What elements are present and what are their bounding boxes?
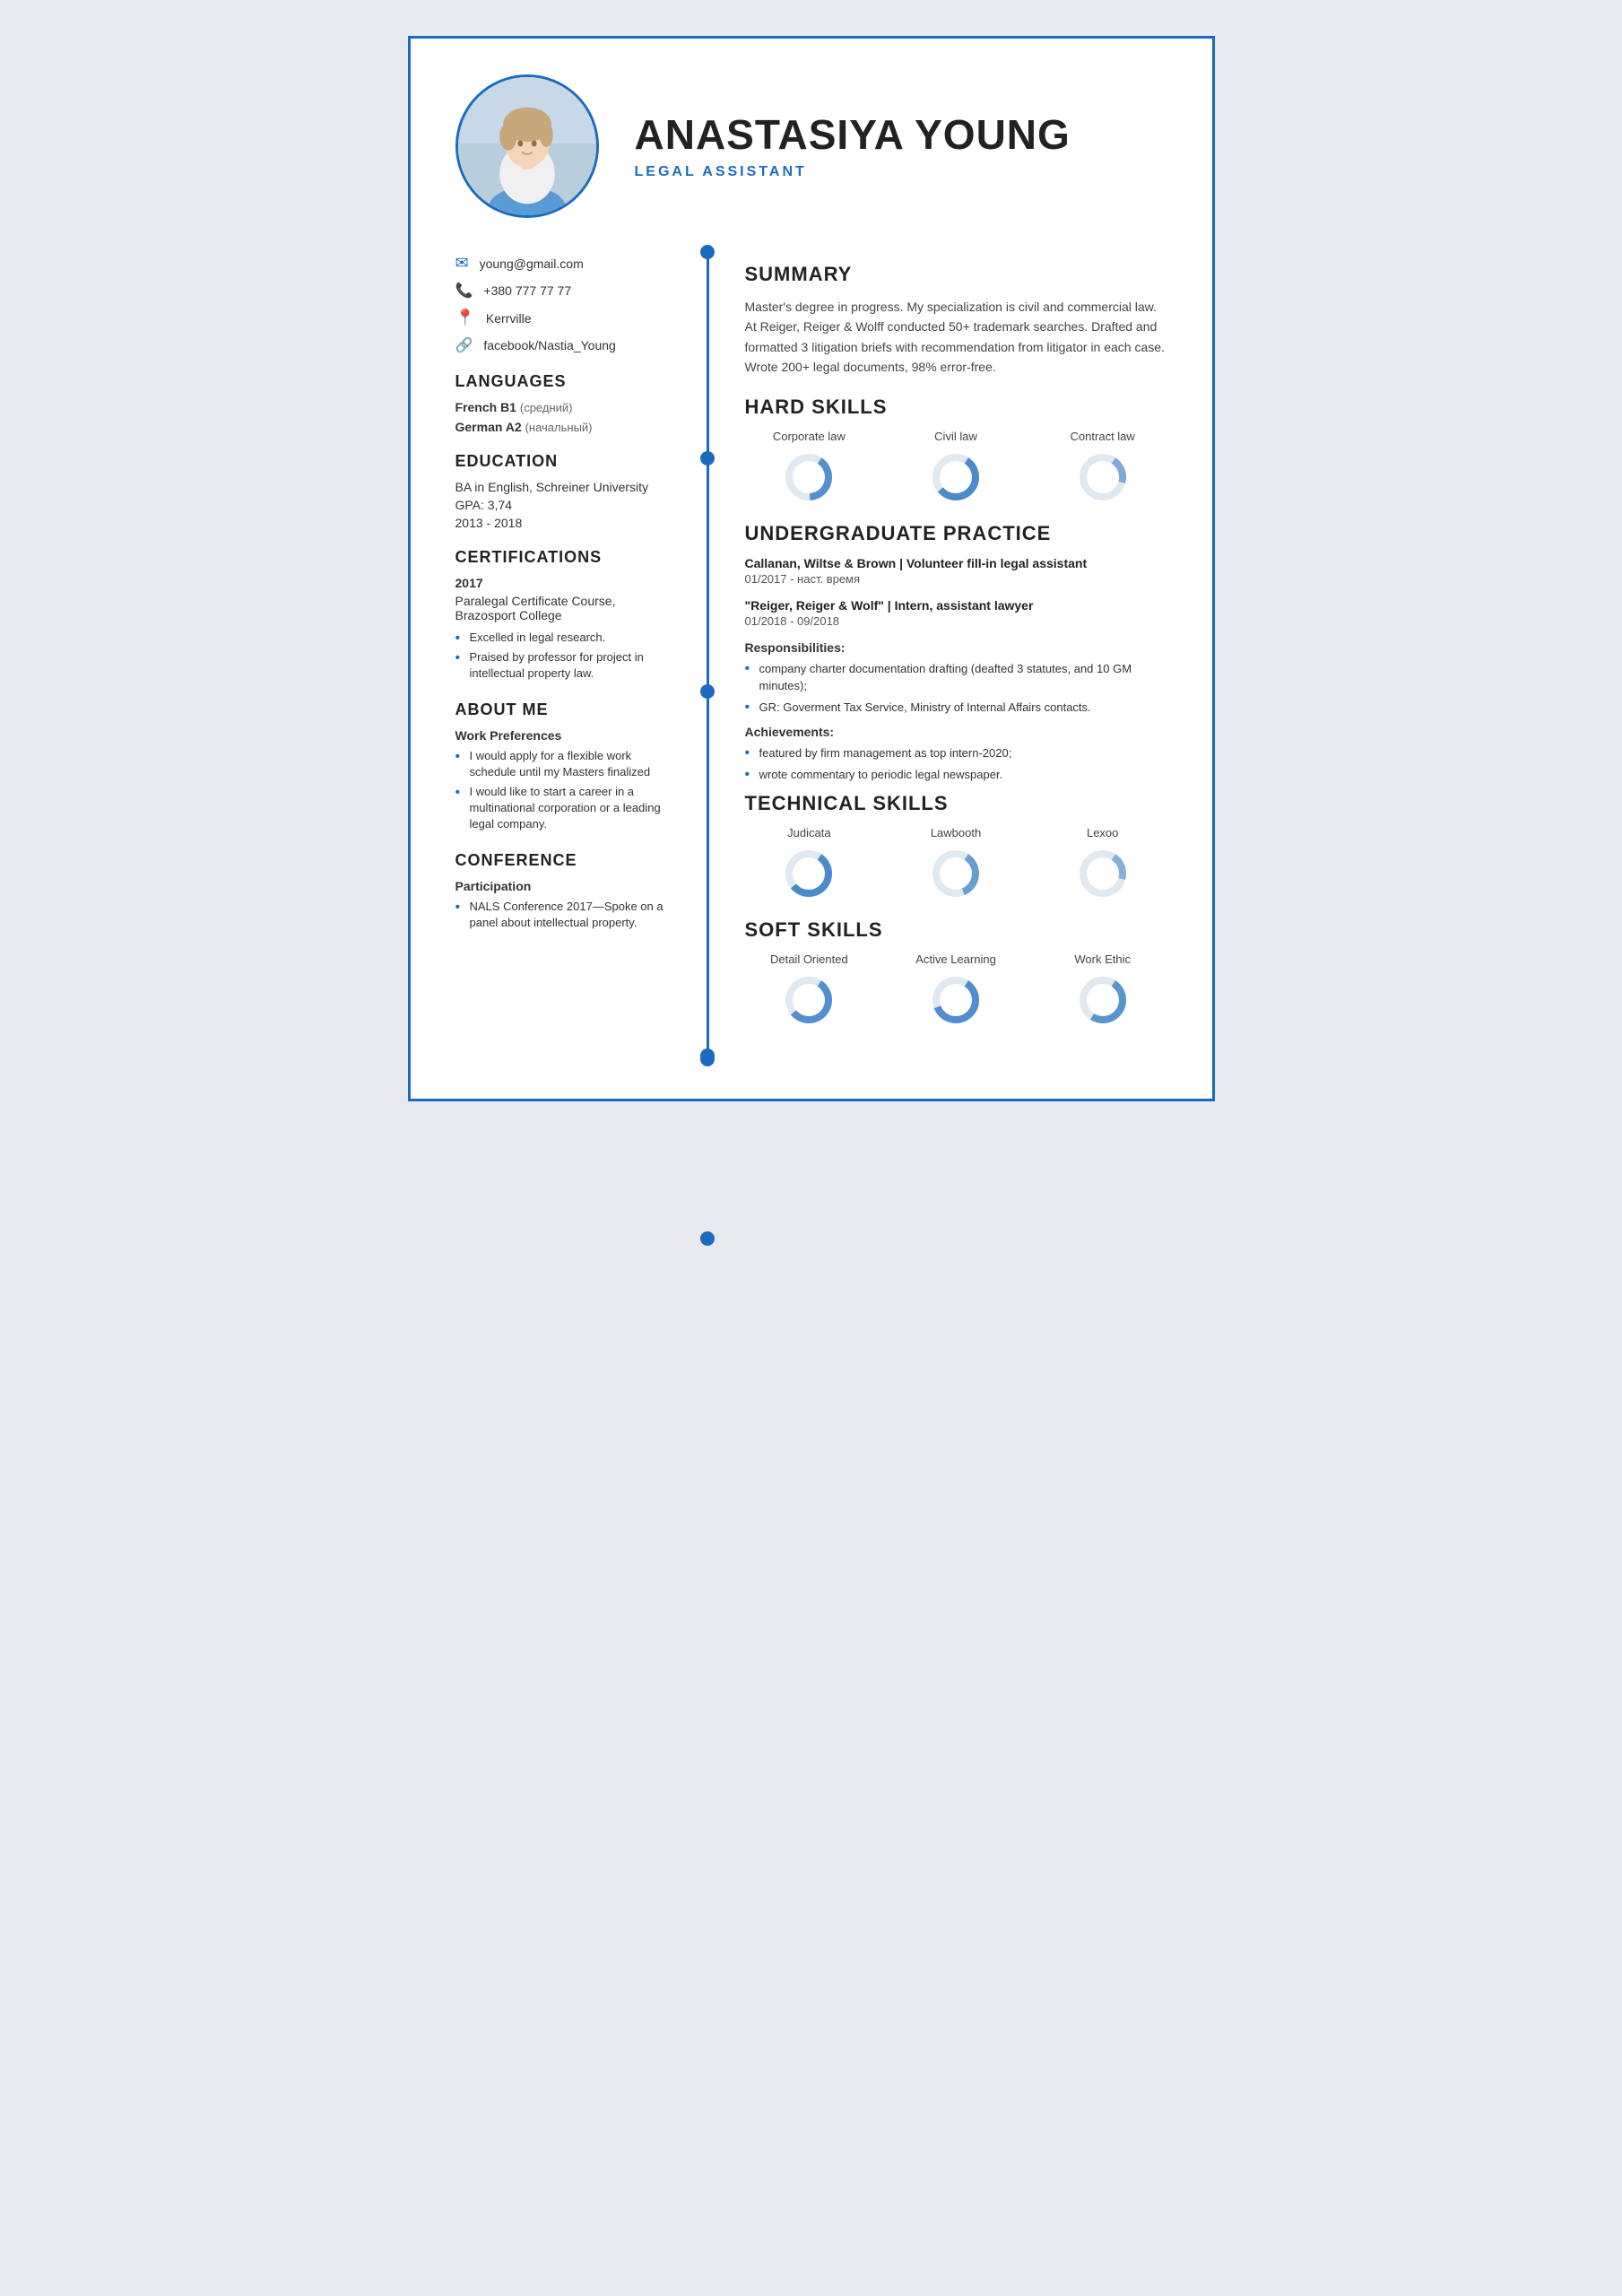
lang-french: French B1 (средний): [455, 400, 680, 414]
main-content: ✉ young@gmail.com 📞 +380 777 77 77 📍 Ker…: [411, 245, 1212, 1099]
tech-skills-title: TECHNICAL SKILLS: [745, 792, 1167, 815]
about-title: ABOUT ME: [455, 700, 680, 719]
timeline-divider: [707, 245, 709, 1063]
left-column: ✉ young@gmail.com 📞 +380 777 77 77 📍 Ker…: [411, 245, 707, 1063]
certifications-title: CERTIFICATIONS: [455, 548, 680, 567]
skill-detail-chart: [782, 973, 836, 1027]
soft-skills-title: SOFT SKILLS: [745, 918, 1167, 942]
skill-learning-chart: [929, 973, 983, 1027]
ach-title: Achievements:: [745, 725, 1167, 739]
skill-corporate-label: Corporate law: [773, 430, 846, 443]
skill-civil-label: Civil law: [934, 430, 977, 443]
resume: ANASTASIYA YOUNG LEGAL ASSISTANT ✉ young…: [408, 36, 1215, 1101]
full-name: ANASTASIYA YOUNG: [635, 112, 1167, 158]
practice-org-2: "Reiger, Reiger & Wolf" | Intern, assist…: [745, 598, 1167, 613]
summary-title: SUMMARY: [745, 263, 1167, 286]
skill-corporate-chart: [782, 450, 836, 504]
languages-list: French B1 (средний) German A2 (начальный…: [455, 400, 680, 434]
hard-skills-grid: Corporate law Civil law Contract law: [745, 430, 1167, 504]
email-icon: ✉: [455, 254, 469, 273]
skill-contract-chart: [1076, 450, 1130, 504]
skill-ethic-chart: [1076, 973, 1130, 1027]
summary-text: Master's degree in progress. My speciali…: [745, 297, 1167, 378]
resp-title: Responsibilities:: [745, 640, 1167, 655]
practice-org-1: Callanan, Wiltse & Brown | Volunteer fil…: [745, 556, 1167, 570]
practice-date-1: 01/2017 - наст. время: [745, 572, 1167, 586]
location-value: Kerrville: [486, 311, 532, 326]
ach-list: featured by firm management as top inter…: [745, 744, 1167, 783]
resp-bullet-1: company charter documentation drafting (…: [745, 660, 1167, 695]
conference-part-title: Participation: [455, 879, 680, 893]
timeline-dot-1: [700, 245, 715, 259]
skill-corporate: Corporate law: [745, 430, 874, 504]
resp-list: company charter documentation drafting (…: [745, 660, 1167, 717]
conference-title: CONFERENCE: [455, 851, 680, 870]
practice-date-2: 01/2018 - 09/2018: [745, 614, 1167, 628]
skill-detail-label: Detail Oriented: [770, 952, 848, 966]
skill-ethic-label: Work Ethic: [1074, 952, 1131, 966]
skill-lexoo-label: Lexoo: [1087, 826, 1118, 839]
edu-years: 2013 - 2018: [455, 516, 680, 530]
skill-detail: Detail Oriented: [745, 952, 874, 1027]
work-pref-title: Work Preferences: [455, 728, 680, 743]
social-icon: 🔗: [455, 336, 473, 354]
edu-gpa: GPA: 3,74: [455, 498, 680, 512]
skill-learning-label: Active Learning: [915, 952, 996, 966]
email-value: young@gmail.com: [480, 257, 584, 271]
timeline-dot-5: [700, 1231, 715, 1246]
cert-bullets: Excelled in legal research. Praised by p…: [455, 630, 680, 683]
location-item: 📍 Kerrville: [455, 309, 680, 327]
cert-bullet-1: Excelled in legal research.: [455, 630, 680, 646]
skill-lawbooth-chart: [929, 847, 983, 900]
cert-bullet-2: Praised by professor for project in inte…: [455, 649, 680, 682]
about-bullets: I would apply for a flexible work schedu…: [455, 748, 680, 833]
education-title: EDUCATION: [455, 452, 680, 471]
timeline-dot-3: [700, 684, 715, 699]
cert-name: Paralegal Certificate Course, Brazosport…: [455, 594, 680, 622]
tech-skills-grid: Judicata Lawbooth Lexoo: [745, 826, 1167, 900]
conference-bullet-1: NALS Conference 2017—Spoke on a panel ab…: [455, 899, 680, 931]
phone-icon: 📞: [455, 282, 473, 300]
ach-bullet-2: wrote commentary to periodic legal newsp…: [745, 766, 1167, 784]
skill-lexoo-chart: [1076, 847, 1130, 900]
undergrad-title: UNDERGRADUATE PRACTICE: [745, 522, 1167, 545]
skill-contract: Contract law: [1038, 430, 1167, 504]
skill-civil-chart: [929, 450, 983, 504]
skill-lawbooth: Lawbooth: [891, 826, 1020, 900]
contacts-section: ✉ young@gmail.com 📞 +380 777 77 77 📍 Ker…: [455, 254, 680, 354]
location-icon: 📍: [455, 309, 475, 327]
skill-judicata-chart: [782, 847, 836, 900]
hard-skills-title: HARD SKILLS: [745, 396, 1167, 419]
skill-learning: Active Learning: [891, 952, 1020, 1027]
skill-lawbooth-label: Lawbooth: [931, 826, 981, 839]
social-value: facebook/Nastia_Young: [483, 338, 615, 352]
timeline-dot-2: [700, 451, 715, 465]
lang-german: German A2 (начальный): [455, 420, 680, 434]
header: ANASTASIYA YOUNG LEGAL ASSISTANT: [411, 39, 1212, 245]
languages-title: LANGUAGES: [455, 372, 680, 391]
ach-bullet-1: featured by firm management as top inter…: [745, 744, 1167, 762]
skill-judicata: Judicata: [745, 826, 874, 900]
skill-judicata-label: Judicata: [787, 826, 830, 839]
about-bullet-2: I would like to start a career in a mult…: [455, 784, 680, 833]
edu-degree: BA in English, Schreiner University: [455, 480, 680, 494]
phone-value: +380 777 77 77: [483, 283, 571, 298]
skill-ethic: Work Ethic: [1038, 952, 1167, 1027]
skill-lexoo: Lexoo: [1038, 826, 1167, 900]
soft-skills-grid: Detail Oriented Active Learning Work Eth…: [745, 952, 1167, 1027]
social-item: 🔗 facebook/Nastia_Young: [455, 336, 680, 354]
cert-year: 2017: [455, 576, 680, 590]
email-item: ✉ young@gmail.com: [455, 254, 680, 273]
name-block: ANASTASIYA YOUNG LEGAL ASSISTANT: [635, 112, 1167, 181]
resp-bullet-2: GR: Goverment Tax Service, Ministry of I…: [745, 699, 1167, 717]
phone-item: 📞 +380 777 77 77: [455, 282, 680, 300]
avatar: [455, 74, 599, 218]
conference-bullets: NALS Conference 2017—Spoke on a panel ab…: [455, 899, 680, 931]
timeline-dot-6: [700, 1048, 715, 1063]
skill-contract-label: Contract law: [1071, 430, 1135, 443]
skill-civil: Civil law: [891, 430, 1020, 504]
right-column: SUMMARY Master's degree in progress. My …: [709, 245, 1212, 1063]
about-bullet-1: I would apply for a flexible work schedu…: [455, 748, 680, 780]
job-title: LEGAL ASSISTANT: [635, 164, 1167, 180]
